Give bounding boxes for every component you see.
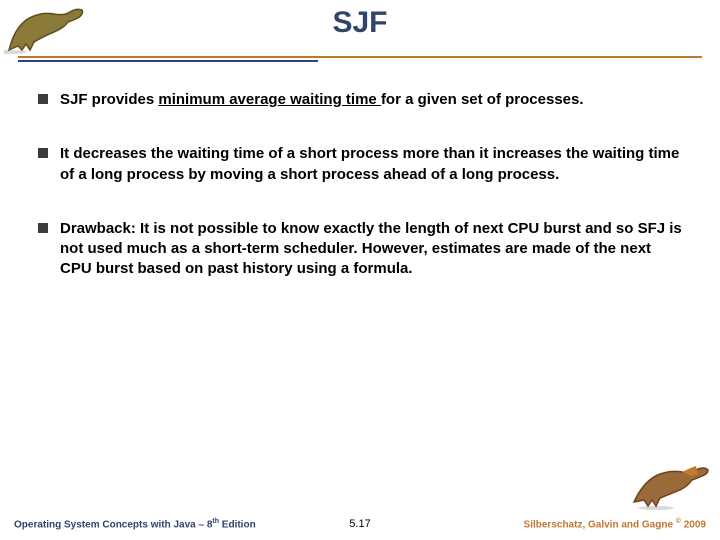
bullet-pre: Drawback: It is not possible to know exa…: [60, 220, 682, 278]
footer-left-b: Edition: [219, 519, 256, 530]
divider-line-orange: [18, 56, 702, 58]
footer-left-a: Operating System Concepts with Java – 8: [14, 519, 212, 530]
footer-left: Operating System Concepts with Java – 8t…: [14, 518, 256, 530]
bullet-text: Drawback: It is not possible to know exa…: [60, 219, 686, 280]
bullet-item: Drawback: It is not possible to know exa…: [38, 219, 686, 280]
footer-right: Silberschatz, Galvin and Gagne © 2009: [524, 518, 706, 530]
bullet-text: SJF provides minimum average waiting tim…: [60, 90, 686, 110]
slide-footer: Operating System Concepts with Java – 8t…: [14, 518, 706, 530]
dinosaur-bottom-image: [626, 462, 714, 512]
bullet-pre: SJF provides: [60, 91, 158, 108]
slide-title: SJF: [0, 6, 720, 40]
bullet-square-icon: [38, 223, 48, 233]
bullet-post: for a given set of processes.: [381, 91, 584, 108]
divider-line-blue: [18, 60, 318, 62]
footer-right-b: 2009: [681, 519, 706, 530]
bullet-pre: It decreases the waiting time of a short…: [60, 145, 679, 182]
bullet-square-icon: [38, 148, 48, 158]
bullet-square-icon: [38, 94, 48, 104]
footer-page-number: 5.17: [349, 518, 370, 530]
bullet-item: SJF provides minimum average waiting tim…: [38, 90, 686, 110]
bullet-underlined: minimum average waiting time: [158, 91, 381, 108]
footer-right-a: Silberschatz, Galvin and Gagne: [524, 519, 676, 530]
slide-content: SJF provides minimum average waiting tim…: [38, 90, 686, 314]
slide: SJF SJF provides minimum average waiting…: [0, 0, 720, 540]
bullet-text: It decreases the waiting time of a short…: [60, 144, 686, 185]
bullet-item: It decreases the waiting time of a short…: [38, 144, 686, 185]
